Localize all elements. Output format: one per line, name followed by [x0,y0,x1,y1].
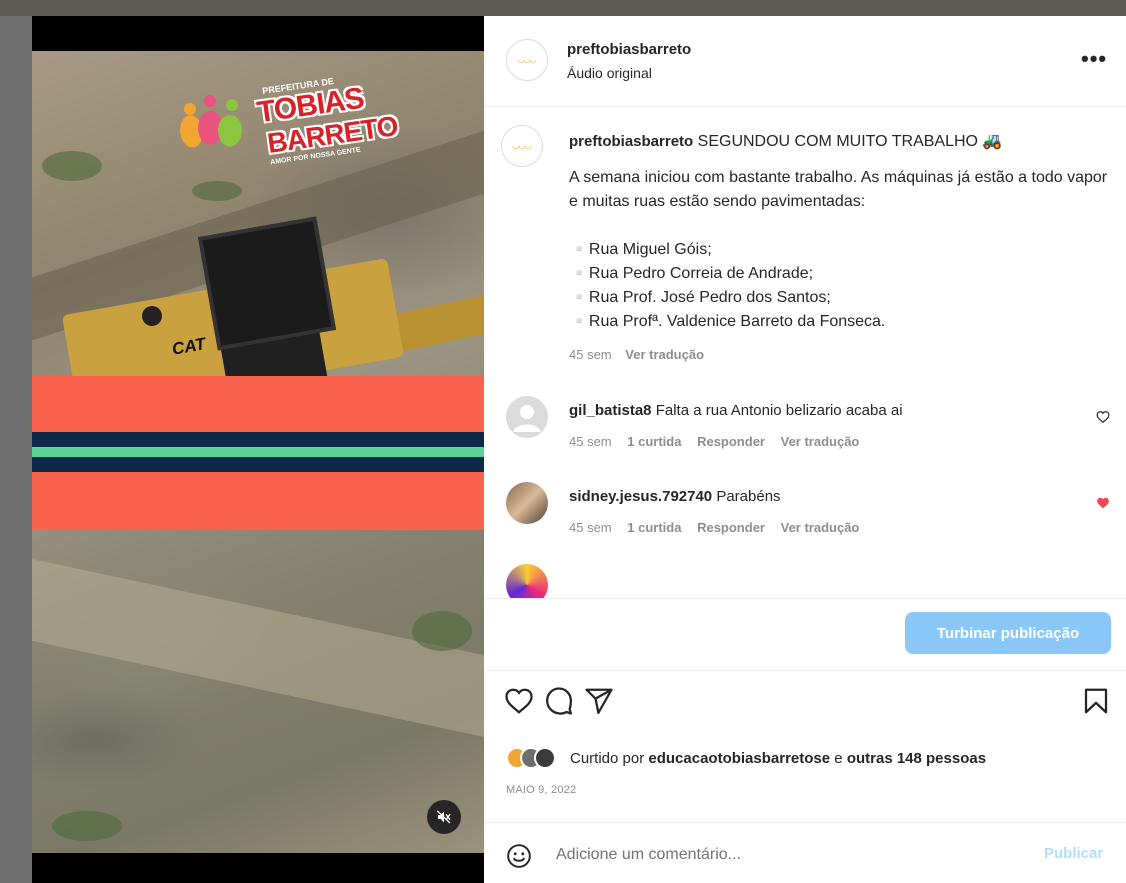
translate-link[interactable]: Ver tradução [781,434,860,449]
liked-by-joiner: e [834,749,843,767]
liked-by-avatars [506,745,570,771]
more-options-icon[interactable]: ••• [1081,46,1107,72]
caption-street: ▫️Rua Pedro Correia de Andrade; [569,265,814,282]
comments-section[interactable]: ◡◡◡ preftobiasbarreto SEGUNDOU COM MUITO… [484,108,1126,598]
caption-street: ▫️Rua Prof. José Pedro dos Santos; [569,289,831,306]
post-details-panel: ◡◡◡ preftobiasbarreto Áudio original •••… [484,16,1126,883]
caption-street: ▫️Rua Profª. Valdenice Barreto da Fonsec… [569,313,886,330]
reply-button[interactable]: Responder [697,434,765,449]
default-avatar-icon [506,396,548,438]
caption-time: 45 sem [569,347,612,362]
caption-avatar[interactable]: ◡◡◡ [501,125,543,167]
caption-street: ▫️Rua Miguel Góis; [569,241,712,258]
banner-stripe [32,376,484,432]
like-heart-icon[interactable] [504,686,534,716]
banner-stripe [32,472,484,530]
reply-button[interactable]: Responder [697,520,765,535]
commenter-avatar[interactable] [506,396,548,438]
liker-avatar[interactable] [534,747,556,769]
add-comment-bar: Publicar [484,822,1126,883]
commenter-username[interactable]: gil_batista8 [569,402,652,419]
comment-time: 45 sem [569,434,612,449]
prefeitura-logo: PREFEITURA DE TOBIAS BARRETO AMOR POR NO… [172,76,399,191]
commenter-avatar[interactable] [506,482,548,524]
comment-item: sidney.jesus.792740 Parabéns 45 sem 1 cu… [484,482,1126,562]
commenter-avatar[interactable] [506,564,548,598]
comment-meta: 45 sem 1 curtida Responder Ver tradução [569,520,871,535]
grass-patch [42,151,102,181]
mute-button[interactable] [427,800,461,834]
publish-button[interactable]: Publicar [1044,845,1103,862]
caption-translate-link[interactable]: Ver tradução [625,347,704,362]
translate-link[interactable]: Ver tradução [781,520,860,535]
comment-time: 45 sem [569,520,612,535]
share-icon[interactable] [584,686,614,716]
caption-headline: SEGUNDOU COM MUITO TRABALHO 🚜 [697,133,1003,150]
comment-item: gil_batista8 Falta a rua Antonio belizar… [484,396,1126,476]
caption-text: preftobiasbarreto SEGUNDOU COM MUITO TRA… [569,130,1109,334]
grader-cab [197,216,337,351]
comment-likes[interactable]: 1 curtida [627,520,681,535]
comment-text: gil_batista8 Falta a rua Antonio belizar… [569,402,903,419]
comment-liked-heart-icon[interactable] [1096,496,1110,510]
dirt-band [32,549,484,753]
caption-username[interactable]: preftobiasbarreto [569,133,693,150]
comment-body: Falta a rua Antonio belizario acaba ai [655,402,903,419]
grass-patch [412,611,472,651]
author-avatar[interactable]: ◡◡◡ [506,39,548,81]
author-avatar-logo: ◡◡◡ [517,55,537,64]
overlay-banner [32,376,484,530]
emoji-icon[interactable] [506,843,532,869]
media-panel: CAT PREFEITURA DE TOBIAS BARRETO AMOR PO… [32,16,484,883]
post-date[interactable]: MAIO 9, 2022 [506,784,576,796]
comment-likes[interactable]: 1 curtida [627,434,681,449]
comment-like-heart-icon[interactable] [1096,410,1110,424]
liked-by: Curtido por educacaotobiasbarretose e ou… [506,744,986,772]
caption-meta: 45 sem Ver tradução [569,347,714,362]
liked-by-text: Curtido por educacaotobiasbarretose e ou… [570,750,986,767]
liked-by-prefix: Curtido por [570,749,645,767]
comment-input[interactable] [556,841,1016,869]
post-header: ◡◡◡ preftobiasbarreto Áudio original ••• [484,16,1126,107]
divider [484,598,1126,599]
bookmark-icon[interactable] [1081,686,1111,716]
exhaust [142,306,162,326]
comment-item-partial [484,564,1126,598]
banner-stripe [32,447,484,457]
caption-body: A semana iniciou com bastante trabalho. … [569,169,1108,210]
comment-text: sidney.jesus.792740 Parabéns [569,488,781,505]
backdrop-top [0,0,1126,16]
post-actions [484,686,1126,722]
comment-body: Parabéns [716,488,781,505]
backdrop-left [0,16,32,883]
audio-label[interactable]: Áudio original [567,65,652,81]
author-username[interactable]: preftobiasbarreto [567,41,691,58]
liked-by-others[interactable]: outras 148 pessoas [847,750,986,767]
people-figures-icon [180,95,242,148]
divider [484,670,1126,671]
mute-icon [436,810,451,824]
caption-avatar-logo: ◡◡◡ [512,141,532,150]
commenter-username[interactable]: sidney.jesus.792740 [569,488,712,505]
liked-by-user[interactable]: educacaotobiasbarretose [648,750,830,767]
grass-patch [52,811,122,841]
comment-icon[interactable] [544,686,574,716]
comment-meta: 45 sem 1 curtida Responder Ver tradução [569,434,871,449]
boost-post-button[interactable]: Turbinar publicação [905,612,1111,654]
